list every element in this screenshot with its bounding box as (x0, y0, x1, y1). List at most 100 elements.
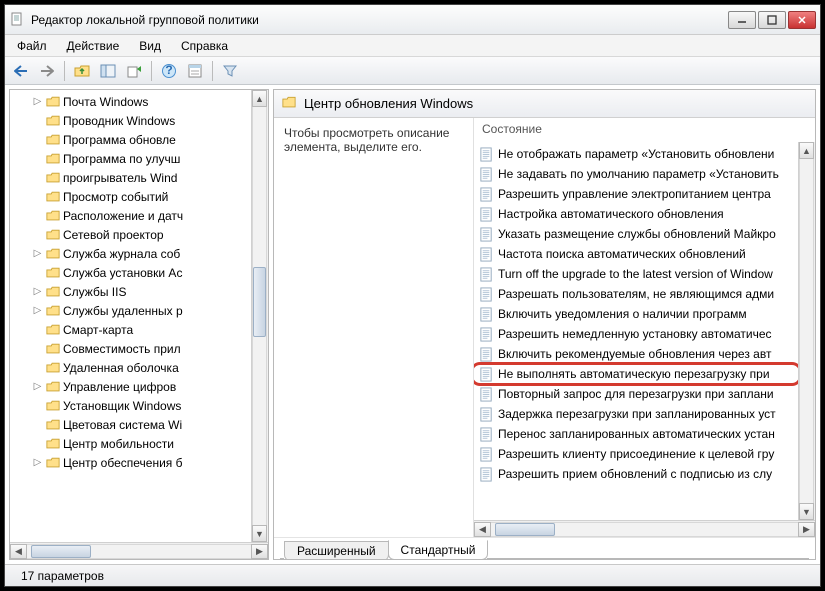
policy-item[interactable]: Частота поиска автоматических обновлений (474, 244, 798, 264)
policy-item[interactable]: Не задавать по умолчанию параметр «Устан… (474, 164, 798, 184)
folder-icon (46, 228, 60, 241)
description-panel: Чтобы просмотреть описание элемента, выд… (274, 118, 474, 537)
tree-item[interactable]: ▷Служба журнала соб (10, 244, 251, 263)
close-button[interactable] (788, 11, 816, 29)
show-hide-tree-button[interactable] (96, 60, 120, 82)
menu-help[interactable]: Справка (173, 37, 236, 55)
policy-icon (478, 226, 494, 242)
policy-item[interactable]: Разрешать пользователям, не являющимся а… (474, 284, 798, 304)
expand-icon[interactable]: ▷ (32, 286, 43, 297)
properties-button[interactable] (183, 60, 207, 82)
policy-item[interactable]: Задержка перезагрузки при запланированны… (474, 404, 798, 424)
policy-item-label: Разрешить клиенту присоединение к целево… (498, 447, 774, 461)
scroll-left-icon[interactable]: ◀ (474, 522, 491, 537)
policy-icon (478, 166, 494, 182)
scroll-up-icon[interactable]: ▲ (252, 90, 267, 107)
tree-item[interactable]: ▷Управление цифров (10, 377, 251, 396)
policy-item[interactable]: Разрешить управление электропитанием цен… (474, 184, 798, 204)
policy-item-label: Перенос запланированных автоматических у… (498, 427, 775, 441)
tree-item[interactable]: Просмотр событий (10, 187, 251, 206)
policy-item-label: Не выполнять автоматическую перезагрузку… (498, 367, 770, 381)
tree-item[interactable]: проигрыватель Wind (10, 168, 251, 187)
tree-item[interactable]: ▷Центр обеспечения б (10, 453, 251, 472)
tree-item[interactable]: Программа обновле (10, 130, 251, 149)
policy-item[interactable]: Разрешить клиенту присоединение к целево… (474, 444, 798, 464)
policy-item[interactable]: Не отображать параметр «Установить обнов… (474, 144, 798, 164)
policy-icon (478, 406, 494, 422)
scroll-right-icon[interactable]: ▶ (251, 544, 268, 559)
tree-item[interactable]: Удаленная оболочка (10, 358, 251, 377)
policy-item[interactable]: Включить уведомления о наличии программ (474, 304, 798, 324)
tree-item[interactable]: Сетевой проектор (10, 225, 251, 244)
help-button[interactable]: ? (157, 60, 181, 82)
tree-item[interactable]: Служба установки Ac (10, 263, 251, 282)
policy-item[interactable]: Указать размещение службы обновлений Май… (474, 224, 798, 244)
list-column-header[interactable]: Состояние (474, 118, 815, 142)
policy-list[interactable]: Не отображать параметр «Установить обнов… (474, 142, 798, 520)
export-button[interactable] (122, 60, 146, 82)
policy-item-label: Настройка автоматического обновления (498, 207, 724, 221)
tab-standard[interactable]: Стандартный (388, 540, 489, 560)
maximize-button[interactable] (758, 11, 786, 29)
expand-icon[interactable]: ▷ (32, 305, 43, 316)
menu-view[interactable]: Вид (131, 37, 169, 55)
scroll-down-icon[interactable]: ▼ (799, 503, 814, 520)
forward-button[interactable] (35, 60, 59, 82)
filter-button[interactable] (218, 60, 242, 82)
policy-item-label: Не задавать по умолчанию параметр «Устан… (498, 167, 779, 181)
toolbar-separator (64, 61, 65, 81)
tree-item[interactable]: Расположение и датч (10, 206, 251, 225)
scroll-down-icon[interactable]: ▼ (252, 525, 267, 542)
minimize-button[interactable] (728, 11, 756, 29)
scroll-up-icon[interactable]: ▲ (799, 142, 814, 159)
tree-item[interactable]: ▷Службы IIS (10, 282, 251, 301)
menu-file[interactable]: Файл (9, 37, 55, 55)
back-button[interactable] (9, 60, 33, 82)
tree-item-label: Совместимость прил (63, 342, 181, 356)
policy-item[interactable]: Не выполнять автоматическую перезагрузку… (474, 364, 798, 384)
scroll-left-icon[interactable]: ◀ (10, 544, 27, 559)
policy-item[interactable]: Повторный запрос для перезагрузки при за… (474, 384, 798, 404)
policy-icon (478, 146, 494, 162)
policy-item-label: Разрешать пользователям, не являющимся а… (498, 287, 774, 301)
expand-icon[interactable]: ▷ (32, 381, 43, 392)
tree-item[interactable]: ▷Службы удаленных р (10, 301, 251, 320)
policy-icon (478, 446, 494, 462)
tree-item[interactable]: Центр мобильности (10, 434, 251, 453)
folder-icon (46, 190, 60, 203)
scroll-right-icon[interactable]: ▶ (798, 522, 815, 537)
tree-item[interactable]: ▷ Почта Windows (10, 92, 251, 111)
tree-item-label: Проводник Windows (63, 114, 175, 128)
policy-icon (478, 266, 494, 282)
policy-icon (478, 346, 494, 362)
policy-item-label: Повторный запрос для перезагрузки при за… (498, 387, 774, 401)
tab-extended[interactable]: Расширенный (284, 541, 389, 560)
expand-icon[interactable]: ▷ (32, 248, 43, 259)
up-folder-button[interactable] (70, 60, 94, 82)
tree-item[interactable]: Программа по улучш (10, 149, 251, 168)
folder-icon (46, 437, 60, 450)
list-horizontal-scrollbar[interactable]: ◀ ▶ (474, 520, 815, 537)
policy-item[interactable]: Разрешить прием обновлений с подписью из… (474, 464, 798, 484)
policy-item[interactable]: Turn off the upgrade to the latest versi… (474, 264, 798, 284)
tree-vertical-scrollbar[interactable]: ▲ ▼ (251, 90, 268, 542)
tree-item-label: проигрыватель Wind (63, 171, 177, 185)
tree-item[interactable]: Цветовая система Wi (10, 415, 251, 434)
tree-view[interactable]: ▷ Почта Windows Проводник Windows Программа… (10, 90, 251, 474)
policy-item[interactable]: Разрешить немедленную установку автомати… (474, 324, 798, 344)
expand-icon[interactable]: ▷ (32, 457, 43, 468)
tree-item-label: Почта Windows (63, 95, 148, 109)
policy-item[interactable]: Настройка автоматического обновления (474, 204, 798, 224)
list-vertical-scrollbar[interactable]: ▲ ▼ (798, 142, 815, 520)
tree-item[interactable]: Установщик Windows (10, 396, 251, 415)
expand-icon[interactable]: ▷ (32, 96, 43, 107)
tree-item-label: Расположение и датч (63, 209, 183, 223)
menu-action[interactable]: Действие (59, 37, 128, 55)
tree-horizontal-scrollbar[interactable]: ◀ ▶ (10, 542, 268, 559)
status-bar: 17 параметров (5, 564, 820, 586)
tree-item[interactable]: Совместимость прил (10, 339, 251, 358)
tree-item[interactable]: Смарт-карта (10, 320, 251, 339)
policy-item[interactable]: Включить рекомендуемые обновления через … (474, 344, 798, 364)
policy-item[interactable]: Перенос запланированных автоматических у… (474, 424, 798, 444)
tree-item[interactable]: Проводник Windows (10, 111, 251, 130)
